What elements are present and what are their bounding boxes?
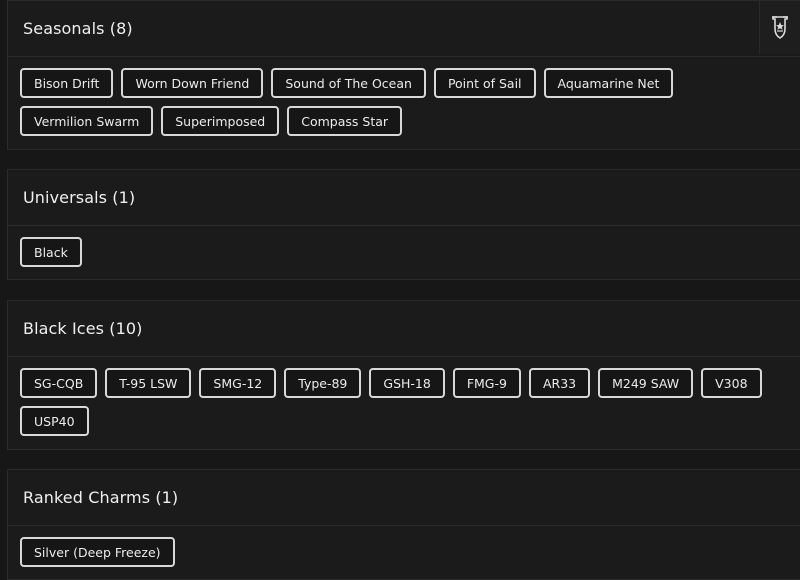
section-universals: Universals (1) Black (7, 169, 800, 280)
section-header: Ranked Charms (1) (8, 470, 800, 526)
section-title: Seasonals (8) (23, 19, 133, 38)
section-ranked-charms: Ranked Charms (1) Silver (Deep Freeze) (7, 469, 800, 580)
tag[interactable]: Point of Sail (433, 68, 536, 98)
tag[interactable]: Black (20, 237, 82, 267)
section-title: Universals (1) (23, 188, 136, 207)
shield-badge-button[interactable] (759, 1, 800, 54)
section-black-ices: Black Ices (10) SG-CQB T-95 LSW SMG-12 T… (7, 300, 800, 450)
section-header: Seasonals (8) (8, 1, 800, 57)
tag[interactable]: Worn Down Friend (121, 68, 264, 98)
tag-list: Silver (Deep Freeze) (8, 526, 780, 567)
tag[interactable]: M249 SAW (598, 368, 694, 398)
tag[interactable]: FMG-9 (452, 368, 521, 398)
tag[interactable]: SG-CQB (20, 368, 98, 398)
section-header: Universals (1) (8, 170, 800, 226)
tag[interactable]: AR33 (528, 368, 591, 398)
section-title: Black Ices (10) (23, 319, 143, 338)
tag-list: SG-CQB T-95 LSW SMG-12 Type-89 GSH-18 FM… (8, 357, 780, 436)
tag[interactable]: Silver (Deep Freeze) (20, 537, 175, 567)
tag[interactable]: Compass Star (287, 106, 403, 136)
section-header: Black Ices (10) (8, 301, 800, 357)
section-title: Ranked Charms (1) (23, 488, 179, 507)
tag[interactable]: SMG-12 (199, 368, 277, 398)
tag[interactable]: Vermilion Swarm (20, 106, 154, 136)
tag[interactable]: Bison Drift (20, 68, 114, 98)
tag[interactable]: Type-89 (284, 368, 362, 398)
tag[interactable]: V308 (701, 368, 762, 398)
tag[interactable]: Superimposed (161, 106, 280, 136)
tag-list: Black (8, 226, 780, 267)
tag[interactable]: T-95 LSW (105, 368, 192, 398)
tag[interactable]: USP40 (20, 406, 89, 436)
tag[interactable]: GSH-18 (369, 368, 445, 398)
tag[interactable]: Aquamarine Net (543, 68, 674, 98)
tag[interactable]: Sound of The Ocean (271, 68, 426, 98)
section-seasonals: Seasonals (8) Bison Drift Worn Down Frie… (7, 0, 800, 150)
shield-badge-icon (772, 15, 788, 39)
tag-list: Bison Drift Worn Down Friend Sound of Th… (8, 57, 780, 136)
